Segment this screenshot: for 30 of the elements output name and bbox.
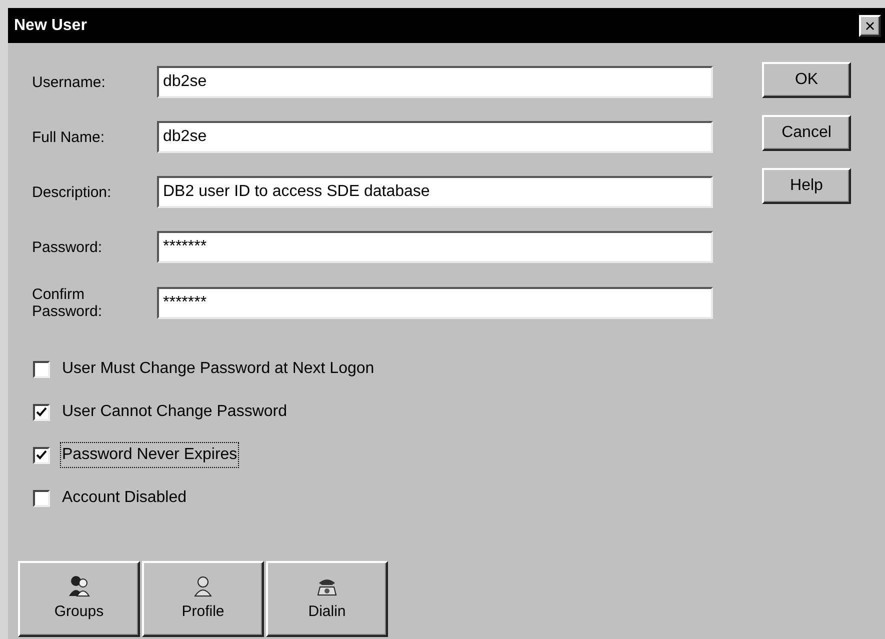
checkbox-label[interactable]: Account Disabled	[60, 485, 189, 511]
toolbar-button[interactable]: Profile	[142, 561, 264, 637]
dialog-button[interactable]: Cancel	[762, 115, 851, 151]
input-field[interactable]: db2se	[157, 66, 713, 98]
input-field[interactable]: *******	[157, 231, 713, 263]
field-label: Password:	[32, 238, 104, 256]
input-field[interactable]: *******	[157, 287, 713, 319]
close-button[interactable]: ×	[859, 14, 881, 36]
input-field[interactable]: db2se	[157, 121, 713, 153]
checkbox-label[interactable]: User Must Change Password at Next Logon	[60, 356, 376, 382]
window-title: New User	[14, 16, 87, 36]
checkbox[interactable]	[33, 360, 50, 378]
field-label: Description:	[32, 184, 112, 200]
checkmark-icon	[36, 450, 47, 460]
toolbar-button[interactable]: Dialin	[266, 561, 388, 637]
checkbox[interactable]	[33, 446, 50, 464]
field-label: Username:	[32, 74, 106, 90]
checkbox[interactable]	[33, 404, 50, 420]
checkbox[interactable]	[33, 490, 50, 506]
person-icon	[191, 574, 215, 597]
checkbox-label[interactable]: Password Never Expires	[60, 442, 240, 468]
field-label: Full Name:	[32, 128, 106, 146]
checkbox-label[interactable]: User Cannot Change Password	[60, 399, 290, 425]
toolbar-button[interactable]: Groups	[18, 561, 140, 637]
dialog-button[interactable]: Help	[762, 168, 851, 204]
input-field[interactable]: DB2 user ID to access SDE database	[157, 176, 713, 208]
people-icon	[67, 574, 91, 597]
dialog-button[interactable]: OK	[762, 62, 851, 98]
checkmark-icon	[36, 407, 47, 417]
field-label: Confirm Password:	[32, 286, 104, 320]
